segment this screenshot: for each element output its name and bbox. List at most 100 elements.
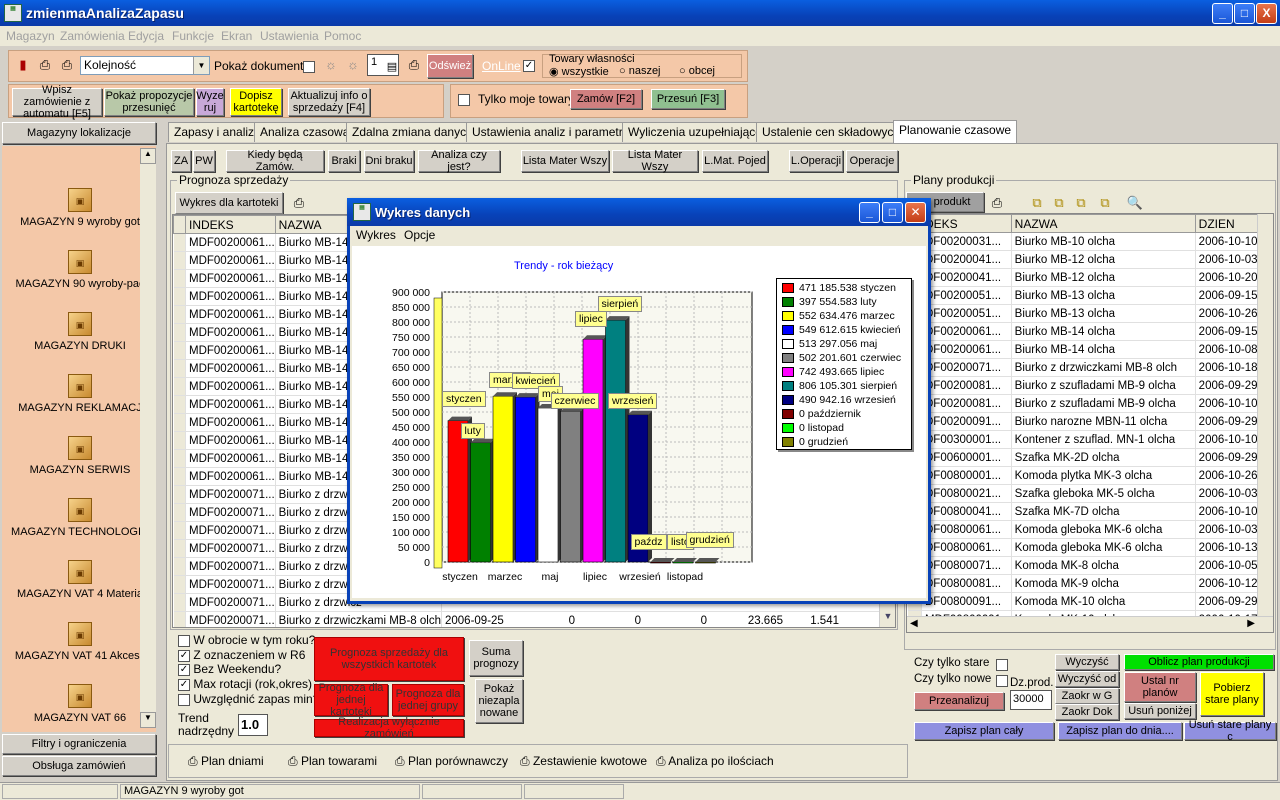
pw-button[interactable]: PW [193,150,215,172]
table-row[interactable]: DF00200081... Biurko z szufladami MB-9 ol… [907,394,1260,413]
set-plan-nr-button[interactable]: Ustal nr planów [1124,672,1196,702]
table-row[interactable]: DF00800081... Komoda MK-9 olcha 2006-10-12 [907,574,1260,593]
print-list-icon[interactable]: ⎙ [405,56,423,74]
menu-zamowienia[interactable]: Zamówienia [60,29,125,43]
scroll-up-icon[interactable]: ▲ [140,148,156,164]
plans-h-scrollbar[interactable]: ◀ ▶ [907,616,1273,632]
forecast-group-button[interactable]: Prognoza dla jednej grupy [392,684,464,716]
plan-by-days-button[interactable]: ⎙ Plan dniami [188,754,264,769]
exit-icon[interactable]: ▮ [14,56,32,74]
menu-magazyn[interactable]: Magazyn [6,29,55,43]
close-button[interactable]: X [1256,3,1277,24]
round-g-button[interactable]: Zaokr w G [1055,688,1119,704]
row-header[interactable] [173,521,186,540]
dialog-menu-chart[interactable]: Wykres [356,228,396,242]
row-header[interactable] [173,269,186,288]
table-row[interactable]: DF00200071... Biurko z drzwiczkami MB-8 o… [907,358,1260,377]
row-header[interactable] [173,233,186,252]
quantity-analysis-button[interactable]: ⎙ Analiza po ilościach [656,754,774,769]
option-no-weekend[interactable]: ✓ Bez Weekendu? [178,662,281,676]
table-row[interactable]: DF00800061... Komoda gleboka MK-6 olcha 20… [907,520,1260,539]
table-row[interactable]: DF00200061... Biurko MB-14 olcha 2006-09-1… [907,322,1260,341]
old-only-checkbox[interactable] [996,658,1008,671]
row-header[interactable] [173,539,186,558]
warehouse-item[interactable]: ▣ MAGAZYN DRUKI [2,312,158,352]
option-in-turnover[interactable]: W obrocie w tym roku? [178,633,315,647]
filters-button[interactable]: Filtry i ograniczenia [2,734,156,754]
option-min-stock[interactable]: Uwzględnić zapas min? [178,692,319,706]
clear-plans-button[interactable]: Wyczyść [1055,654,1119,670]
new-only-checkbox[interactable] [996,674,1008,687]
table-row[interactable]: DF00200051... Biurko MB-13 olcha 2006-09-1… [907,286,1260,305]
tab-stocks[interactable]: Zapasy i analizy [168,122,267,142]
fetch-old-plans-button[interactable]: Pobierz stare plany [1200,672,1264,716]
option-max-rotation[interactable]: ✓ Max rotacji (rok,okres) [178,677,312,691]
copy-move-icon[interactable]: ⧉ [1072,194,1090,212]
warehouse-item[interactable]: ▣ MAGAZYN VAT 4 Materia [2,560,158,600]
col-indeks[interactable]: DEKS [921,214,1012,233]
dialog-minimize-button[interactable]: _ [859,202,880,223]
scroll-right-icon[interactable]: ▶ [1247,618,1255,629]
auto-order-button[interactable]: Wpisz zamówienie z automatu [F5] [12,84,102,120]
show-moves-button[interactable]: Pokaż propozycje przesunięć [104,88,194,116]
chart-for-card-button[interactable]: Wykres dla kartoteki [175,192,283,214]
sort-select[interactable]: Kolejność ▼ [80,56,210,75]
row-header[interactable] [173,251,186,270]
table-row[interactable]: DF00800001... Komoda plytka MK-3 olcha 200… [907,466,1260,485]
amount-summary-button[interactable]: ⎙ Zestawienie kwotowe [520,754,647,769]
print-preview-icon[interactable]: ⎙ [58,56,76,74]
shortage-days-button[interactable]: Dni braku [364,150,414,172]
tab-time-analysis[interactable]: Analiza czasowa [254,122,356,142]
save-plan-day-button[interactable]: Zapisz plan do dnia.... [1058,722,1182,740]
calc-plan-button[interactable]: Oblicz plan produkcji [1124,654,1274,670]
material-list-single-button[interactable]: L.Mat. Pojed [702,150,768,172]
online-checkbox[interactable]: ✓ [523,59,535,72]
warehouse-item[interactable]: ▣ MAGAZYN VAT 41 Akcesc [2,622,158,662]
tab-calculations[interactable]: Wyliczenia uzupełniające [622,122,768,142]
copy-icon[interactable]: ⧉ [1028,194,1046,212]
print-forecast-icon[interactable]: ⎙ [290,194,308,212]
delete-below-button[interactable]: Usuń poniżej [1124,703,1196,719]
warehouse-item[interactable]: ▣ MAGAZYN 9 wyroby got [2,188,158,228]
row-header[interactable] [173,503,186,522]
row-header[interactable] [173,413,186,432]
save-plan-all-button[interactable]: Zapisz plan cały [914,722,1054,740]
print-icon[interactable]: ⎙ [36,56,54,74]
ownership-all[interactable]: ◉ wszystkie [549,65,609,78]
menu-ustawienia[interactable]: Ustawienia [260,29,319,43]
table-row[interactable]: DF00800061... Komoda gleboka MK-6 olcha 20… [907,538,1260,557]
row-header[interactable] [173,395,186,414]
show-docs-checkbox[interactable] [303,60,315,73]
row-header[interactable] [173,575,186,594]
plans-v-scrollbar[interactable] [1257,214,1273,618]
chevron-down-icon[interactable]: ▼ [193,57,209,74]
tab-analysis-settings[interactable]: Ustawienia analiz i parametrów [466,122,645,142]
tab-time-planning[interactable]: Planowanie czasowe [893,120,1018,143]
scroll-down-icon[interactable]: ▼ [880,611,895,627]
row-header[interactable] [173,323,186,342]
warehouse-item[interactable]: ▣ MAGAZYN VAT 66 [2,684,158,724]
sun-alt-icon[interactable]: ☼ [344,56,362,74]
row-header[interactable] [173,449,186,468]
round-dok-button[interactable]: Zaokr Dok [1055,704,1119,720]
table-row[interactable]: DF00200081... Biurko z szufladami MB-9 ol… [907,376,1260,395]
menu-edycja[interactable]: Edycja [128,29,164,43]
copy-add-icon[interactable]: ⧉ [1050,194,1068,212]
table-row[interactable]: DF00800021... Szafka gleboka MK-5 olcha 20… [907,484,1260,503]
row-header[interactable] [173,377,186,396]
when-orders-button[interactable]: Kiedy będą Zamów. [226,149,324,173]
operations-button[interactable]: Operacje [846,150,898,172]
maximize-button[interactable]: □ [1234,3,1255,24]
shortages-button[interactable]: Braki [328,150,360,172]
row-header[interactable] [173,359,186,378]
refresh-button[interactable]: Odśwież [427,54,473,78]
table-row[interactable]: DF00800091... Komoda MK-10 olcha 2006-09-2… [907,592,1260,611]
scroll-down-icon[interactable]: ▼ [140,712,156,728]
warehouse-item[interactable]: ▣ MAGAZYN TECHNOLOGIC [2,498,158,538]
clear-button[interactable]: Wyze ruj [196,88,224,116]
menu-ekran[interactable]: Ekran [221,29,252,43]
col-indeks[interactable]: INDEKS [185,215,276,234]
za-button[interactable]: ZA [171,150,191,172]
table-row[interactable]: DF00200051... Biurko MB-13 olcha 2006-10-2… [907,304,1260,323]
ownership-foreign[interactable]: ○ obcej [679,65,715,77]
